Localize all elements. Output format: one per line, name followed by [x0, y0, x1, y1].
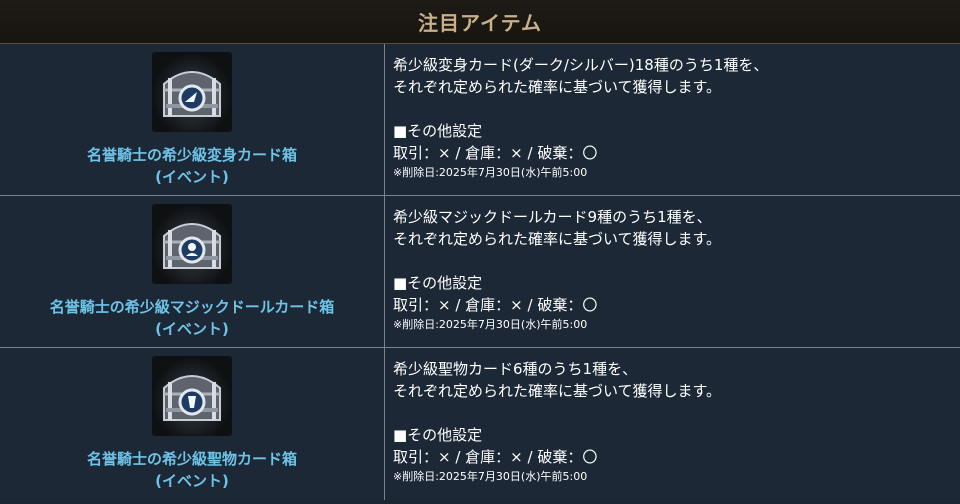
treasure-chest-icon[interactable]: [152, 356, 232, 436]
item-info: 名誉騎士の希少級変身カード箱 (イベント): [0, 44, 385, 195]
treasure-chest-icon[interactable]: [152, 204, 232, 284]
deletion-date-note: ※削除日:2025年7月30日(水)午前5:00: [393, 166, 588, 179]
settings-title: ■その他設定: [393, 426, 483, 444]
description-line: それぞれ定められた確率に基づいて獲得します。: [393, 382, 722, 400]
description-line: 希少級マジックドールカード9種のうち1種を、: [393, 208, 712, 226]
section-header: 注目アイテム: [0, 0, 960, 44]
description-line: 希少級変身カード(ダーク/シルバー)18種のうち1種を、: [393, 56, 769, 74]
deletion-date-note: ※削除日:2025年7月30日(水)午前5:00: [393, 470, 588, 483]
item-info: 名誉騎士の希少級聖物カード箱 (イベント): [0, 348, 385, 500]
settings-title: ■その他設定: [393, 122, 483, 140]
item-name[interactable]: 名誉騎士の希少級聖物カード箱 (イベント): [87, 448, 297, 492]
settings-values: 取引：× / 倉庫：× / 破棄：〇: [393, 144, 598, 162]
settings-values: 取引：× / 倉庫：× / 破棄：〇: [393, 296, 598, 314]
item-name[interactable]: 名誉騎士の希少級変身カード箱 (イベント): [87, 144, 297, 188]
item-row: 名誉騎士の希少級変身カード箱 (イベント) 希少級変身カード(ダーク/シルバー)…: [0, 44, 960, 196]
item-list: 名誉騎士の希少級変身カード箱 (イベント) 希少級変身カード(ダーク/シルバー)…: [0, 44, 960, 500]
item-row: 名誉騎士の希少級聖物カード箱 (イベント) 希少級聖物カード6種のうち1種を、 …: [0, 348, 960, 500]
item-description: 希少級変身カード(ダーク/シルバー)18種のうち1種を、 それぞれ定められた確率…: [385, 44, 960, 195]
description-line: 希少級聖物カード6種のうち1種を、: [393, 360, 638, 378]
item-row: 名誉騎士の希少級マジックドールカード箱 (イベント) 希少級マジックドールカード…: [0, 196, 960, 348]
deletion-date-note: ※削除日:2025年7月30日(水)午前5:00: [393, 318, 588, 331]
description-line: それぞれ定められた確率に基づいて獲得します。: [393, 230, 722, 248]
section-title: 注目アイテム: [418, 11, 542, 35]
item-description: 希少級マジックドールカード9種のうち1種を、 それぞれ定められた確率に基づいて獲…: [385, 196, 960, 347]
item-name[interactable]: 名誉騎士の希少級マジックドールカード箱 (イベント): [50, 296, 335, 340]
treasure-chest-icon[interactable]: [152, 52, 232, 132]
item-info: 名誉騎士の希少級マジックドールカード箱 (イベント): [0, 196, 385, 347]
item-description: 希少級聖物カード6種のうち1種を、 それぞれ定められた確率に基づいて獲得します。…: [385, 348, 960, 500]
settings-values: 取引：× / 倉庫：× / 破棄：〇: [393, 448, 598, 466]
description-line: それぞれ定められた確率に基づいて獲得します。: [393, 78, 722, 96]
settings-title: ■その他設定: [393, 274, 483, 292]
